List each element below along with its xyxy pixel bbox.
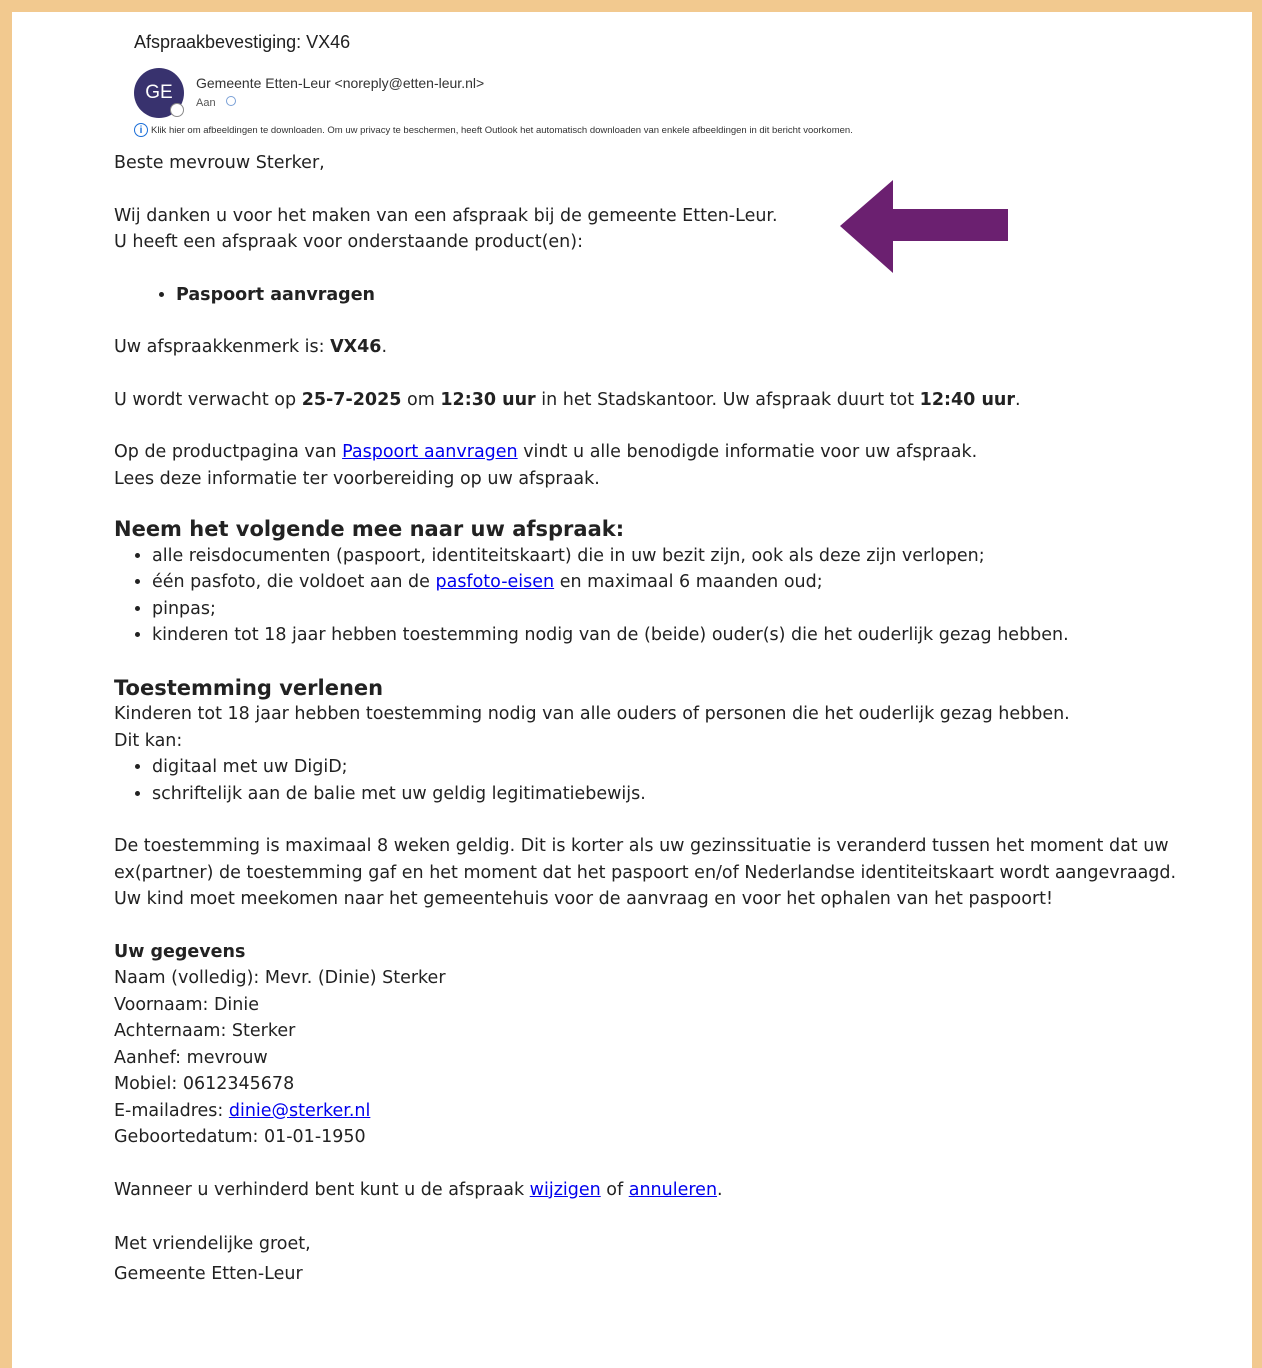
sender-address[interactable]: Gemeente Etten-Leur <noreply@etten-leur.…: [196, 75, 484, 91]
products-intro: U heeft een afspraak voor onderstaande p…: [114, 232, 583, 252]
details-email-link[interactable]: dinie@sterker.nl: [229, 1101, 371, 1121]
consent-paragraph: Kinderen tot 18 jaar hebben toestemming …: [114, 701, 1214, 754]
appointment-end-time: 12:40 uur: [919, 389, 1016, 410]
appointment-reference: VX46: [330, 337, 382, 357]
validity-text: De toestemming is maximaal 8 weken geldi…: [114, 836, 1177, 883]
bring-item-2-suffix: en maximaal 6 maanden oud;: [554, 572, 823, 592]
details-email-prefix: E-mailadres:: [114, 1100, 229, 1121]
reference-line: Uw afspraakkenmerk is: VX46.: [114, 334, 1214, 361]
expected-suffix: .: [1015, 389, 1021, 410]
validity-paragraph: De toestemming is maximaal 8 weken geldi…: [114, 833, 1214, 913]
image-notice-text[interactable]: Klik hier om afbeeldingen te downloaden.…: [151, 125, 853, 136]
closing-block: Met vriendelijke groet, Gemeente Etten-L…: [114, 1229, 1214, 1289]
bring-item: pinpas;: [152, 596, 1214, 623]
bring-item: één pasfoto, die voldoet aan de pasfoto-…: [152, 569, 1214, 596]
product-page-prefix: Op de productpagina van: [114, 442, 343, 462]
bring-item: kinderen tot 18 jaar hebben toestemming …: [152, 622, 1214, 649]
product-page-suffix: vindt u alle benodigde informatie voor u…: [517, 442, 978, 462]
image-download-notice[interactable]: i Klik hier om afbeeldingen te downloade…: [134, 123, 853, 137]
thanks-line: Wij danken u voor het maken van een afsp…: [114, 205, 778, 226]
change-suffix: .: [717, 1179, 723, 1200]
prepare-line: Lees deze informatie ter voorbereiding o…: [114, 468, 600, 489]
change-prefix: Wanneer u verhinderd bent kunt u de afsp…: [114, 1179, 530, 1200]
cancel-appointment-link[interactable]: annuleren: [629, 1180, 717, 1200]
appointment-start-time: 12:30 uur: [440, 389, 536, 410]
expected-prefix: U wordt verwacht op: [114, 389, 302, 410]
closing: Met vriendelijke groet,: [114, 1234, 311, 1254]
expected-om: om: [401, 389, 441, 410]
appointment-date: 25-7-2025: [301, 389, 402, 410]
bring-heading: Neem het volgende mee naar uw afspraak:: [114, 517, 625, 541]
product-page-link[interactable]: Paspoort aanvragen: [342, 442, 518, 462]
details-heading: Uw gegevens: [114, 941, 246, 962]
bring-item: alle reisdocumenten (paspoort, identitei…: [152, 543, 1214, 570]
details-salutation: Aanhef: mevrouw: [114, 1047, 268, 1068]
child-text: Uw kind moet meekomen naar het gemeenteh…: [114, 889, 1054, 909]
consent-options-intro: Dit kan:: [114, 730, 183, 751]
recipient-line: Aan: [196, 96, 236, 109]
avatar-initials: GE: [145, 82, 173, 103]
consent-text: Kinderen tot 18 jaar hebben toestemming …: [114, 704, 1070, 724]
expected-mid: in het Stadskantoor. Uw afspraak duurt t…: [535, 389, 920, 410]
product-list: Paspoort aanvragen: [114, 282, 1214, 309]
bring-list: alle reisdocumenten (paspoort, identitei…: [114, 543, 1214, 649]
details-first-name: Voornaam: Dinie: [114, 994, 260, 1015]
reference-suffix: .: [381, 337, 388, 357]
info-circle-icon: i: [134, 123, 148, 137]
product-page-paragraph: Op de productpagina van Paspoort aanvrag…: [114, 439, 1214, 492]
bring-item-2-prefix: één pasfoto, die voldoet aan de: [152, 572, 436, 592]
change-or: of: [600, 1179, 629, 1200]
details-full-name: Naam (volledig): Mevr. (Dinie) Sterker: [114, 968, 446, 988]
email-subject: Afspraakbevestiging: VX46: [134, 32, 351, 52]
recipient-presence-icon: [225, 96, 236, 106]
passport-photo-requirements-link[interactable]: pasfoto-eisen: [435, 572, 554, 592]
details-last-name: Achternaam: Sterker: [114, 1021, 296, 1041]
details-birthdate: Geboortedatum: 01-01-1950: [114, 1127, 366, 1147]
to-label: Aan: [196, 97, 216, 109]
consent-item: digitaal met uw DigiD;: [152, 754, 1214, 781]
signature: Gemeente Etten-Leur: [114, 1264, 303, 1284]
consent-list: digitaal met uw DigiD; schriftelijk aan …: [114, 754, 1214, 807]
consent-heading: Toestemming verlenen: [114, 675, 384, 700]
change-paragraph: Wanneer u verhinderd bent kunt u de afsp…: [114, 1177, 1214, 1204]
reference-prefix: Uw afspraakkenmerk is:: [114, 337, 331, 357]
email-body: Beste mevrouw Sterker, Wij danken u voor…: [114, 150, 1214, 1315]
presence-status-icon: [170, 103, 184, 117]
intro-paragraph: Wij danken u voor het maken van een afsp…: [114, 203, 1214, 256]
greeting: Beste mevrouw Sterker,: [114, 153, 325, 173]
product-item: Paspoort aanvragen: [176, 282, 1214, 309]
details-mobile: Mobiel: 0612345678: [114, 1074, 295, 1094]
consent-item: schriftelijk aan de balie met uw geldig …: [152, 781, 1214, 808]
appointment-time-line: U wordt verwacht op 25-7-2025 om 12:30 u…: [114, 387, 1214, 414]
change-appointment-link[interactable]: wijzigen: [530, 1180, 601, 1200]
details-block: Uw gegevens Naam (volledig): Mevr. (Dini…: [114, 939, 1214, 1151]
